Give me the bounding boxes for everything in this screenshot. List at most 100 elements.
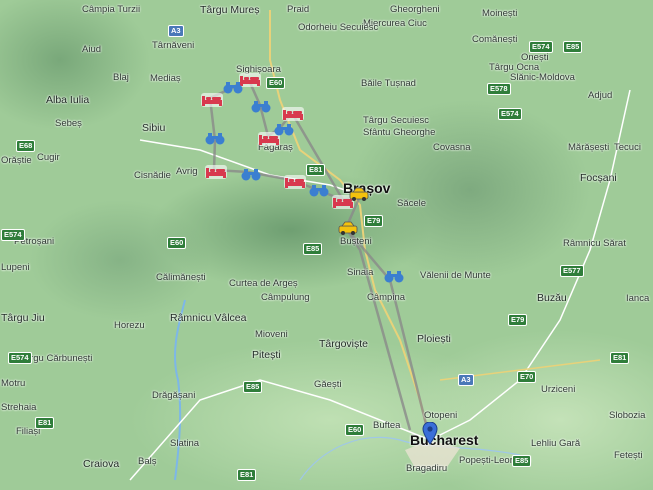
place-label: Praid <box>287 4 310 15</box>
road-shield: E60 <box>167 237 187 249</box>
place-label: Comănești <box>472 34 518 45</box>
place-label: Motru <box>1 378 26 389</box>
place-label: Odorheiu Secuiesc <box>298 22 379 33</box>
place-label: Sebeș <box>55 118 82 129</box>
lodging-marker-icon[interactable] <box>204 164 227 179</box>
tour-marker-icon[interactable] <box>308 182 330 197</box>
road-shield: E577 <box>560 265 584 277</box>
lodging-marker-icon[interactable] <box>200 92 223 107</box>
place-label: Sinaia <box>347 267 374 278</box>
place-label: Slănic-Moldova <box>510 72 575 83</box>
road-shield: E85 <box>563 41 583 53</box>
map-canvas[interactable]: Câmpia Turzii Târgu Mureș Praid Gheorgheni M… <box>0 0 653 490</box>
place-label: Fetești <box>614 450 643 461</box>
place-label: Horezu <box>114 320 145 331</box>
place-label: Alba Iulia <box>46 94 90 106</box>
place-label: Lehliu Gară <box>531 438 581 449</box>
place-label: Orăștie <box>1 155 32 166</box>
road-shield: E60 <box>345 424 365 436</box>
lodging-marker-icon[interactable] <box>283 174 306 189</box>
place-label: Râmnicu Vâlcea <box>170 312 247 324</box>
tour-marker-icon[interactable] <box>240 166 262 181</box>
road-shield: A3 <box>458 374 474 386</box>
place-label: Adjud <box>588 90 613 101</box>
place-label: Sfântu Gheorghe <box>363 127 436 138</box>
place-label: Buzău <box>537 292 567 304</box>
place-label: Ianca <box>626 293 650 304</box>
road-shield: E81 <box>35 417 55 429</box>
place-label: Pitești <box>252 349 281 361</box>
car-marker-icon[interactable] <box>337 220 359 235</box>
tour-marker-icon[interactable] <box>204 130 226 145</box>
place-label: Slatina <box>170 438 200 449</box>
place-label: Bucharest <box>410 432 479 448</box>
road-shield: E70 <box>517 371 537 383</box>
place-label: Găești <box>314 379 342 390</box>
road-shield: E85 <box>243 381 263 393</box>
place-label: Târgoviște <box>319 338 369 350</box>
road-shield: E68 <box>16 140 36 152</box>
tour-marker-icon[interactable] <box>273 121 295 136</box>
place-label: Călimănești <box>156 272 206 283</box>
place-label: Sibiu <box>142 122 166 134</box>
place-label: Cugir <box>37 152 60 163</box>
place-label: Tecuci <box>614 142 641 153</box>
destination-pin-icon[interactable] <box>422 421 438 446</box>
place-label: Mioveni <box>255 329 288 340</box>
tour-marker-icon[interactable] <box>250 98 272 113</box>
place-label: Strehaia <box>1 402 37 413</box>
place-label: Blaj <box>113 72 129 83</box>
place-label: Drăgășani <box>152 390 196 401</box>
place-label: Lupeni <box>1 262 30 273</box>
place-label: Bragadiru <box>406 463 448 474</box>
place-label: Bușteni <box>340 236 372 247</box>
place-label: Gheorgheni <box>390 4 440 15</box>
road-shield: E81 <box>610 352 630 364</box>
place-label: Avrig <box>176 166 198 177</box>
place-label: Mediaș <box>150 73 181 84</box>
place-label: Craiova <box>83 458 120 470</box>
place-label: Târnăveni <box>152 40 195 51</box>
road-shield: E574 <box>8 352 32 364</box>
road-shield: E574 <box>529 41 553 53</box>
place-label: Vălenii de Munte <box>420 270 491 281</box>
place-label: Curtea de Argeș <box>229 278 298 289</box>
road-shield: E79 <box>508 314 528 326</box>
place-label: Balș <box>138 456 157 467</box>
road-shield: E574 <box>498 108 522 120</box>
route-segment <box>344 227 412 431</box>
place-label: Câmpina <box>367 292 406 303</box>
place-label: Cisnădie <box>134 170 171 181</box>
place-label: Târgu Secuiesc <box>363 115 430 126</box>
place-label: Covasna <box>433 142 471 153</box>
road-shield: E574 <box>1 229 25 241</box>
road-shield: E81 <box>306 164 326 176</box>
road-shield: A3 <box>168 25 184 37</box>
place-label: Onești <box>521 52 549 63</box>
road-shield: E85 <box>303 243 323 255</box>
place-label: Urziceni <box>541 384 576 395</box>
road-shield: E85 <box>512 455 532 467</box>
car-marker-icon[interactable] <box>348 186 370 201</box>
road-shield: E60 <box>266 77 286 89</box>
lodging-marker-icon[interactable] <box>281 106 304 121</box>
tour-marker-icon[interactable] <box>383 268 405 283</box>
place-label: Aiud <box>82 44 102 55</box>
place-label: Săcele <box>397 198 427 209</box>
place-label: Ploiești <box>417 333 451 345</box>
place-label: Câmpia Turzii <box>82 4 141 15</box>
tour-marker-icon[interactable] <box>222 79 244 94</box>
place-label: Otopeni <box>424 410 458 421</box>
place-label: Câmpulung <box>261 292 310 303</box>
place-label: Târgu Mureș <box>200 4 260 16</box>
place-label: Buftea <box>373 420 401 431</box>
road-shield: E578 <box>487 83 511 95</box>
place-label: Moinești <box>482 8 518 19</box>
place-label: Slobozia <box>609 410 646 421</box>
place-label: Târgu Jiu <box>1 312 45 324</box>
place-label: Râmnicu Sărat <box>563 238 626 249</box>
place-label: Mărășești <box>568 142 610 153</box>
road-shield: E81 <box>237 469 257 481</box>
place-label: Focșani <box>580 172 617 184</box>
place-label: Băile Tușnad <box>361 78 416 89</box>
